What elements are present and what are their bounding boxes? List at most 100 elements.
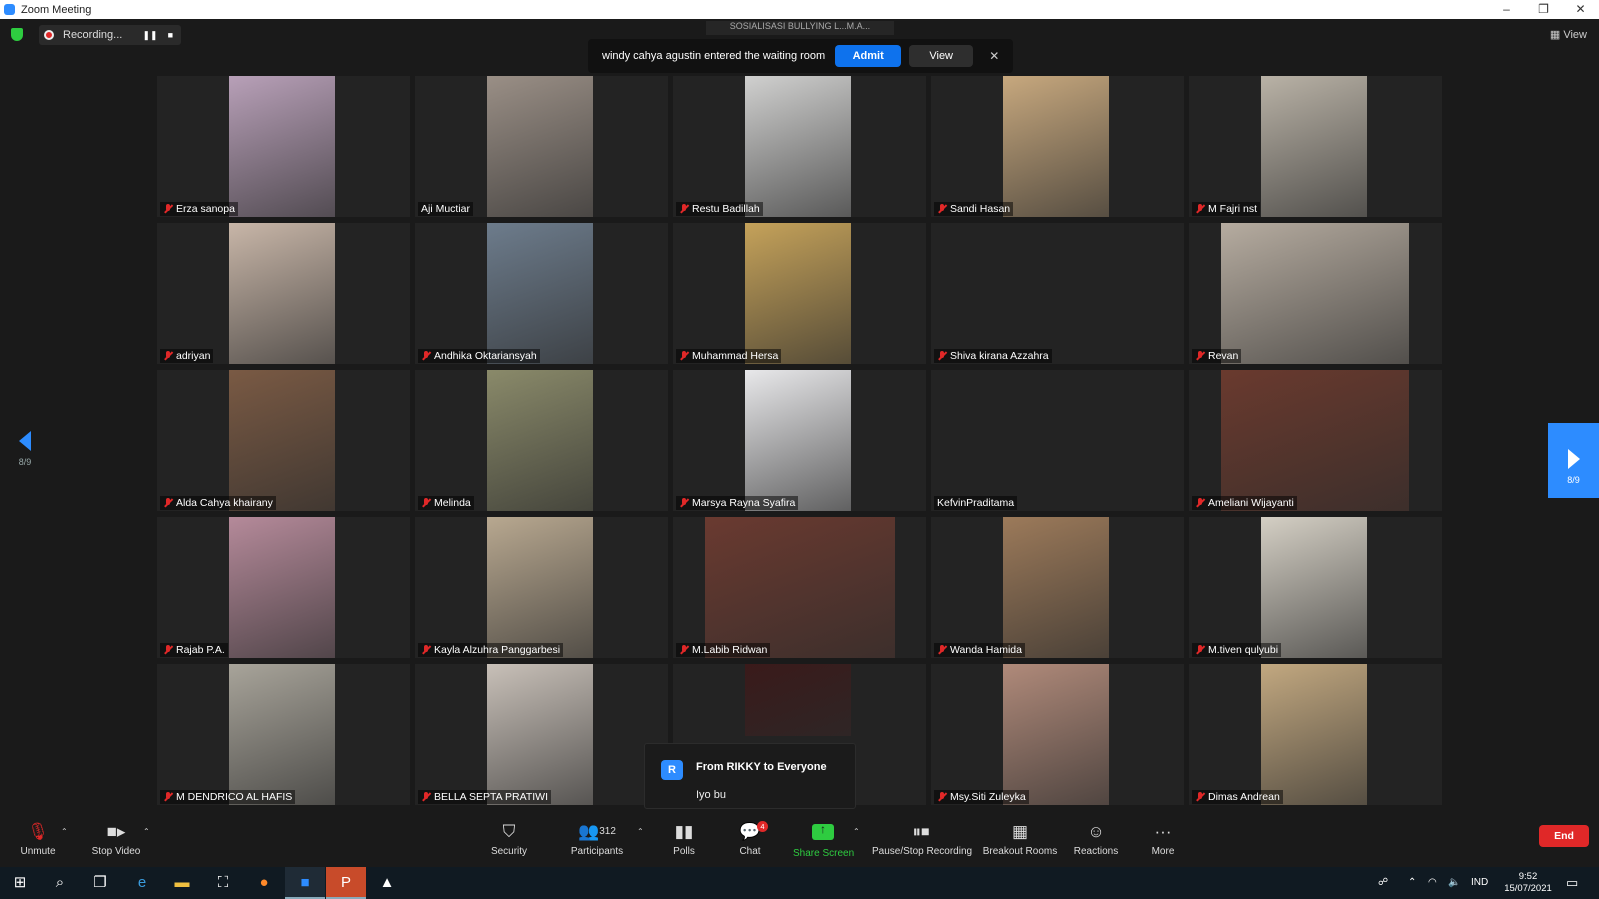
security-shield-icon[interactable] [11, 28, 23, 41]
participant-name-tag: Muhammad Hersa [676, 349, 782, 363]
participant-tile[interactable]: Ameliani Wijayanti [1189, 370, 1442, 511]
participant-video [487, 76, 593, 217]
meeting-stage: Recording... ❚❚ ■ SOSIALISASI BULLYING L… [0, 19, 1599, 815]
store-icon[interactable]: ⛶ [203, 867, 243, 899]
network-icon[interactable]: ◠ [1428, 867, 1437, 899]
view-waiting-room-button[interactable]: View [909, 45, 974, 67]
minimize-button[interactable]: – [1488, 0, 1525, 19]
firefox-icon[interactable]: ● [244, 867, 284, 899]
participant-tile[interactable]: Kayla Alzuhra Panggarbesi [415, 517, 668, 658]
participants-button[interactable]: 👥312 Participants [568, 815, 626, 867]
language-indicator[interactable]: IND [1471, 867, 1488, 899]
stop-video-button[interactable]: ■▸ Stop Video [88, 815, 144, 867]
participant-name-tag: Aji Muctiar [418, 202, 474, 216]
participant-tile[interactable]: Wanda Hamida [931, 517, 1184, 658]
participant-tile[interactable]: M.Labib Ridwan [673, 517, 926, 658]
participant-tile[interactable]: Revan [1189, 223, 1442, 364]
chat-toast[interactable]: R From RIKKY to Everyone Iyo bu [644, 743, 856, 809]
file-explorer-icon[interactable]: ▬ [162, 867, 202, 899]
participants-icon: 👥312 [578, 822, 616, 841]
breakout-rooms-button[interactable]: ▦ Breakout Rooms [982, 815, 1058, 867]
participant-name-tag: M DENDRICO AL HAFIS [160, 790, 296, 804]
pause-stop-icon: ⏸⏹ [912, 822, 930, 841]
participant-tile[interactable]: Aji Muctiar [415, 76, 668, 217]
task-view-icon[interactable]: ❐ [80, 867, 120, 899]
participant-tile[interactable]: Sandi Hasan [931, 76, 1184, 217]
record-dot-icon [44, 30, 54, 40]
breakout-rooms-label: Breakout Rooms [982, 846, 1058, 857]
view-layout-label: View [1563, 29, 1587, 41]
participant-tile[interactable]: Dimas Andrean [1189, 664, 1442, 805]
muted-microphone-icon [421, 351, 431, 361]
window-title: Zoom Meeting [21, 3, 92, 16]
participant-video [487, 370, 593, 511]
powerpoint-icon[interactable]: P [326, 867, 366, 899]
participant-video [229, 664, 335, 805]
end-meeting-button[interactable]: End [1539, 825, 1589, 847]
participant-tile[interactable]: Marsya Rayna Syafira [673, 370, 926, 511]
shield-icon: ⛉ [502, 822, 516, 841]
muted-microphone-icon [1195, 645, 1205, 655]
next-page-button[interactable]: 8/9 [1548, 423, 1599, 498]
share-screen-icon [812, 822, 834, 840]
participant-name-tag: M.tiven qulyubi [1192, 643, 1282, 657]
more-button[interactable]: ··· More [1149, 815, 1177, 867]
zoom-taskbar-icon[interactable]: ■ [285, 867, 325, 899]
show-hidden-icons-chevron-icon[interactable]: ⌃ [1408, 867, 1416, 899]
photos-icon[interactable]: ▲ [367, 867, 407, 899]
unmute-button[interactable]: 🎙 Unmute [18, 815, 58, 867]
muted-microphone-icon [937, 351, 947, 361]
search-icon[interactable]: ⌕ [40, 867, 80, 899]
participant-tile[interactable]: Muhammad Hersa [673, 223, 926, 364]
participant-tile[interactable]: M DENDRICO AL HAFIS [157, 664, 410, 805]
participant-video [745, 223, 851, 364]
clock-date: 15/07/2021 [1504, 883, 1552, 894]
participant-tile[interactable]: BELLA SEPTA PRATIWI [415, 664, 668, 805]
participant-tile[interactable]: Melinda [415, 370, 668, 511]
participant-tile[interactable]: M Fajri nst [1189, 76, 1442, 217]
video-options-chevron-icon[interactable]: ⌃ [143, 827, 150, 836]
participant-tile[interactable]: Andhika Oktariansyah [415, 223, 668, 364]
share-options-chevron-icon[interactable]: ⌃ [853, 827, 860, 836]
participant-tile[interactable]: Msy.Siti Zuleyka [931, 664, 1184, 805]
windows-start-icon[interactable]: ⊞ [0, 867, 40, 899]
volume-muted-icon[interactable]: 🔈 [1448, 867, 1460, 899]
pause-stop-recording-button[interactable]: ⏸⏹ Pause/Stop Recording [872, 815, 972, 867]
notifications-icon[interactable]: ▭ [1566, 867, 1578, 899]
participant-name: Sandi Hasan [950, 203, 1011, 215]
close-notification-icon[interactable]: ✕ [989, 49, 999, 63]
participant-tile[interactable]: Alda Cahya khairany [157, 370, 410, 511]
participant-name-tag: Melinda [418, 496, 474, 510]
admit-button[interactable]: Admit [835, 45, 902, 67]
participant-tile[interactable]: Erza sanopa [157, 76, 410, 217]
participant-tile[interactable]: Shiva kirana Azzahra [931, 223, 1184, 364]
previous-page-button[interactable]: 8/9 [14, 431, 36, 491]
chat-message: Iyo bu [696, 789, 726, 801]
smiley-reaction-icon: ☺ [1087, 822, 1105, 841]
polls-button[interactable]: ▮▮ Polls [668, 815, 700, 867]
reactions-button[interactable]: ☺ Reactions [1073, 815, 1119, 867]
restore-button[interactable]: ❐ [1525, 0, 1562, 19]
pause-recording-icon[interactable]: ❚❚ [142, 30, 157, 41]
participant-tile[interactable]: M.tiven qulyubi [1189, 517, 1442, 658]
close-button[interactable]: ✕ [1562, 0, 1599, 19]
chat-button[interactable]: 💬 4 Chat [736, 815, 768, 867]
audio-options-chevron-icon[interactable]: ⌃ [61, 827, 68, 836]
edge-browser-icon[interactable]: e [122, 867, 162, 899]
security-button[interactable]: ⛉ Security [487, 815, 531, 867]
people-icon[interactable]: ☍ [1378, 867, 1388, 899]
view-layout-button[interactable]: ▦ View [1550, 28, 1587, 41]
participants-options-chevron-icon[interactable]: ⌃ [637, 827, 644, 836]
participant-tile[interactable]: Rajab P.A. [157, 517, 410, 658]
participant-video [229, 76, 335, 217]
stop-recording-icon[interactable]: ■ [168, 30, 173, 41]
participant-name: Alda Cahya khairany [176, 497, 273, 509]
participant-tile[interactable]: adriyan [157, 223, 410, 364]
muted-microphone-icon [937, 645, 947, 655]
share-screen-button[interactable]: Share Screen [793, 815, 854, 867]
stop-video-label: Stop Video [91, 846, 141, 857]
participant-tile[interactable]: KefvinPraditama [931, 370, 1184, 511]
participant-tile[interactable]: Restu Badillah [673, 76, 926, 217]
grid-view-icon: ▦ [1549, 29, 1564, 41]
clock[interactable]: 9:52 15/07/2021 [1502, 871, 1554, 895]
